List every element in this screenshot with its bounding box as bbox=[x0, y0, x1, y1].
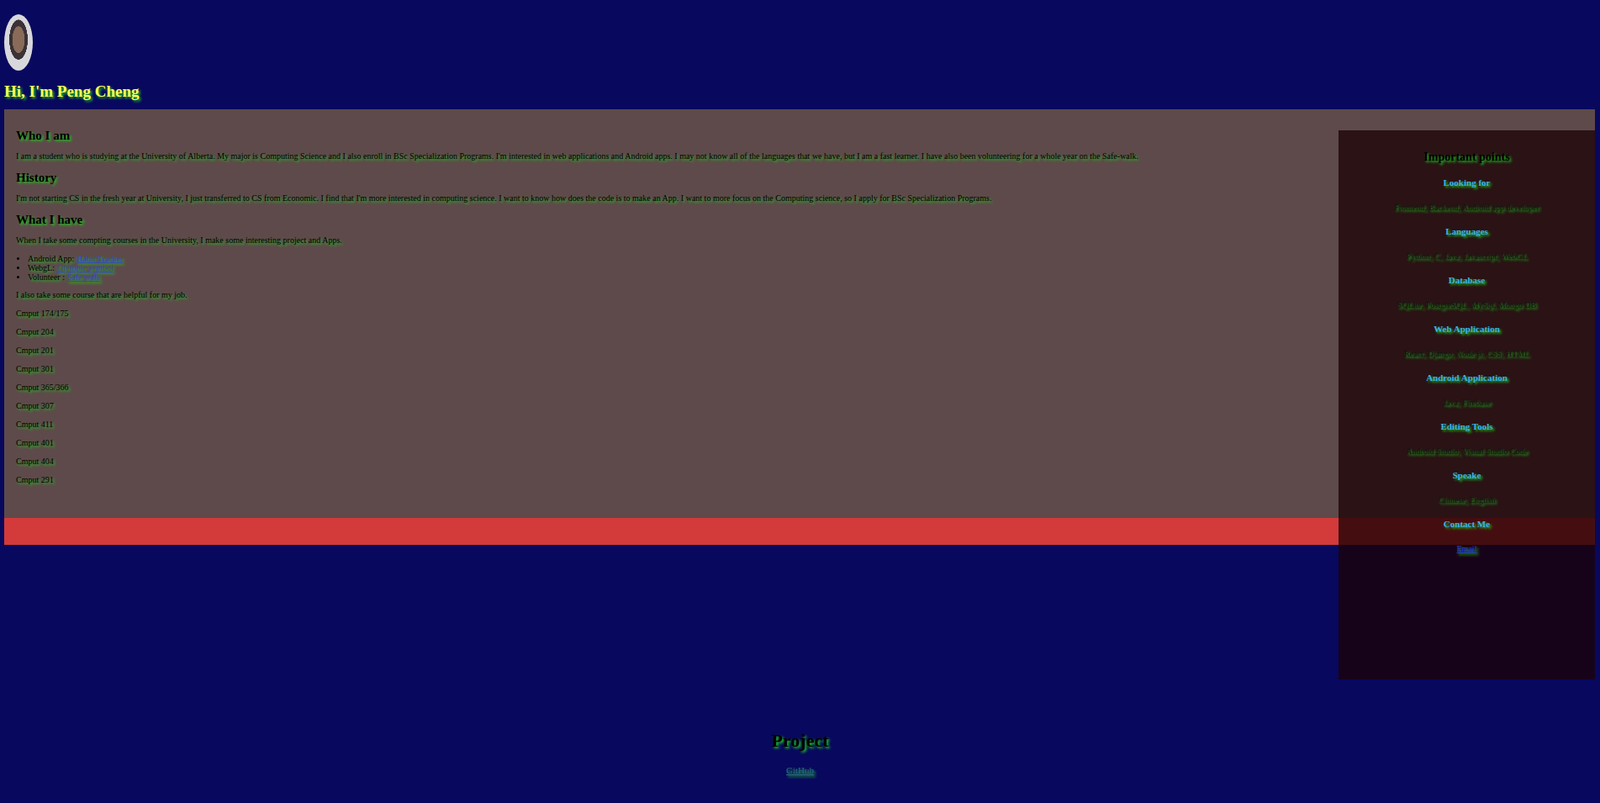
main-area: Who I am I am a student who is studying … bbox=[4, 109, 1595, 545]
sidebar-heading: Contact Me bbox=[1345, 518, 1589, 530]
course-item: Cmput 291 bbox=[15, 475, 1310, 486]
sidebar-heading: Speake bbox=[1345, 469, 1589, 481]
sidebar-heading: Database bbox=[1345, 274, 1589, 286]
sidebar-value: Python, C, Java, Javascript, WebGL bbox=[1345, 250, 1589, 262]
sidebar-value: React, Django, Node.js, CSS, HTML bbox=[1345, 348, 1589, 360]
course-item: Cmput 201 bbox=[15, 345, 1310, 356]
course-item: Cmput 307 bbox=[15, 401, 1310, 412]
project-heading: Project bbox=[0, 729, 1600, 752]
sidebar: Important points Looking for Frontend, B… bbox=[1338, 130, 1595, 680]
sidebar-value: Frontend, Backend, Android app developer bbox=[1345, 201, 1589, 213]
course-item: Cmput 411 bbox=[15, 419, 1310, 430]
sidebar-value: Chinese, English bbox=[1345, 494, 1589, 506]
course-item: Cmput 401 bbox=[15, 438, 1310, 449]
project-link[interactable]: Habit Tracker bbox=[76, 253, 123, 264]
page: Hi, I'm Peng Cheng Who I am I am a stude… bbox=[0, 0, 1600, 803]
project-list: Android App: Habit TrackerWebgL: Olympic… bbox=[15, 253, 1310, 282]
sidebar-value: Java, Firebase bbox=[1345, 396, 1589, 408]
section-heading: History bbox=[15, 169, 1310, 185]
project-link[interactable]: Safe walk bbox=[66, 272, 101, 282]
course-item: Cmput 365/366 bbox=[15, 382, 1310, 393]
email-link[interactable]: Email bbox=[1457, 543, 1478, 554]
section-heading: What I have bbox=[15, 211, 1310, 228]
sidebar-heading: Web Application bbox=[1345, 323, 1589, 335]
sidebar-heading: Editing Tools bbox=[1345, 421, 1589, 433]
section-paragraph: I'm not starting CS in the fresh year at… bbox=[15, 193, 1310, 204]
project-item: Volunteer : Safe walk bbox=[27, 272, 1310, 282]
sidebar-value: SQLite, PostgreSQL, MySql, Mongo DB bbox=[1345, 299, 1589, 311]
project-item: WebgL: Olympic symbol bbox=[27, 263, 1310, 273]
avatar-photo bbox=[4, 14, 33, 71]
footer: Project GitHub bbox=[0, 729, 1600, 777]
section-paragraph: I also take some course that are helpful… bbox=[15, 290, 1310, 301]
course-item: Cmput 174/175 bbox=[15, 308, 1310, 319]
sidebar-heading: Android Application bbox=[1345, 372, 1589, 384]
page-title: Hi, I'm Peng Cheng bbox=[4, 82, 1596, 101]
sidebar-heading: Languages bbox=[1345, 226, 1589, 238]
course-item: Cmput 204 bbox=[15, 327, 1310, 338]
sidebar-title: Important points bbox=[1345, 150, 1589, 164]
github-link[interactable]: GitHub bbox=[786, 765, 814, 776]
course-item: Cmput 301 bbox=[15, 364, 1310, 375]
project-item: Android App: Habit Tracker bbox=[27, 253, 1310, 264]
section-paragraph: When I take some compting courses in the… bbox=[15, 235, 1310, 246]
project-link[interactable]: Olympic symbol bbox=[56, 263, 113, 273]
sidebar-value: Android Studio, Visual Studio Code bbox=[1345, 445, 1589, 457]
section-heading: Who I am bbox=[15, 127, 1310, 143]
sidebar-heading: Looking for bbox=[1345, 177, 1589, 189]
section-paragraph: I am a student who is studying at the Un… bbox=[15, 151, 1310, 162]
header: Hi, I'm Peng Cheng bbox=[0, 14, 1600, 101]
course-item: Cmput 404 bbox=[15, 456, 1310, 467]
